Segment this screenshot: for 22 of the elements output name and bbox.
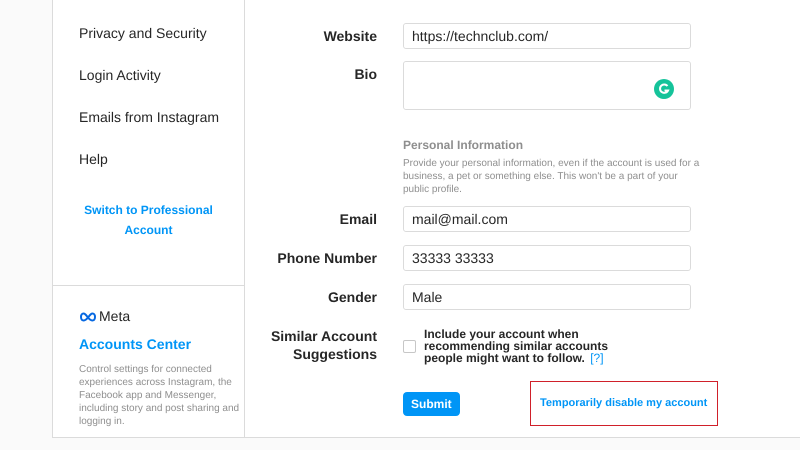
checkbox[interactable] xyxy=(403,340,416,353)
sidebar-item[interactable]: Login Activity xyxy=(79,64,161,86)
accounts-center-description: Control settings for connected experiences across Instagram, the Facebook app and Messenger, including story and post sharing and logging in. xyxy=(79,363,240,428)
meta-logo-text: Meta xyxy=(99,307,130,326)
text-field[interactable]: Male xyxy=(403,284,691,310)
sidebar-item[interactable]: Help xyxy=(79,148,108,170)
text-field[interactable]: 33333 33333 xyxy=(403,245,691,271)
field-label: Phone Number xyxy=(277,250,377,266)
text-field[interactable]: mail@mail.com xyxy=(403,206,691,232)
website-field[interactable]: https://technclub.com/ xyxy=(403,23,691,49)
sidebar-item[interactable]: Emails from Instagram xyxy=(79,106,220,128)
sidebar-item[interactable]: Privacy and Security xyxy=(79,22,207,44)
field-label: Bio xyxy=(354,66,377,82)
checkbox-label: Include your account when recommending similar accounts people might want to follow. [?] xyxy=(424,328,610,364)
field-label: Email xyxy=(340,211,377,227)
bio-field[interactable] xyxy=(403,61,691,110)
infinity-logo-icon xyxy=(79,312,97,322)
field-label: Gender xyxy=(328,289,377,305)
field-label: Website xyxy=(324,28,377,44)
section-title: Personal Information xyxy=(403,137,524,154)
section-description: Provide your personal information, even if the account is used for a business, a pet or something else. This won't be a part of your public profile. xyxy=(403,157,700,196)
field-label: Similar Account Suggestions xyxy=(270,328,377,362)
